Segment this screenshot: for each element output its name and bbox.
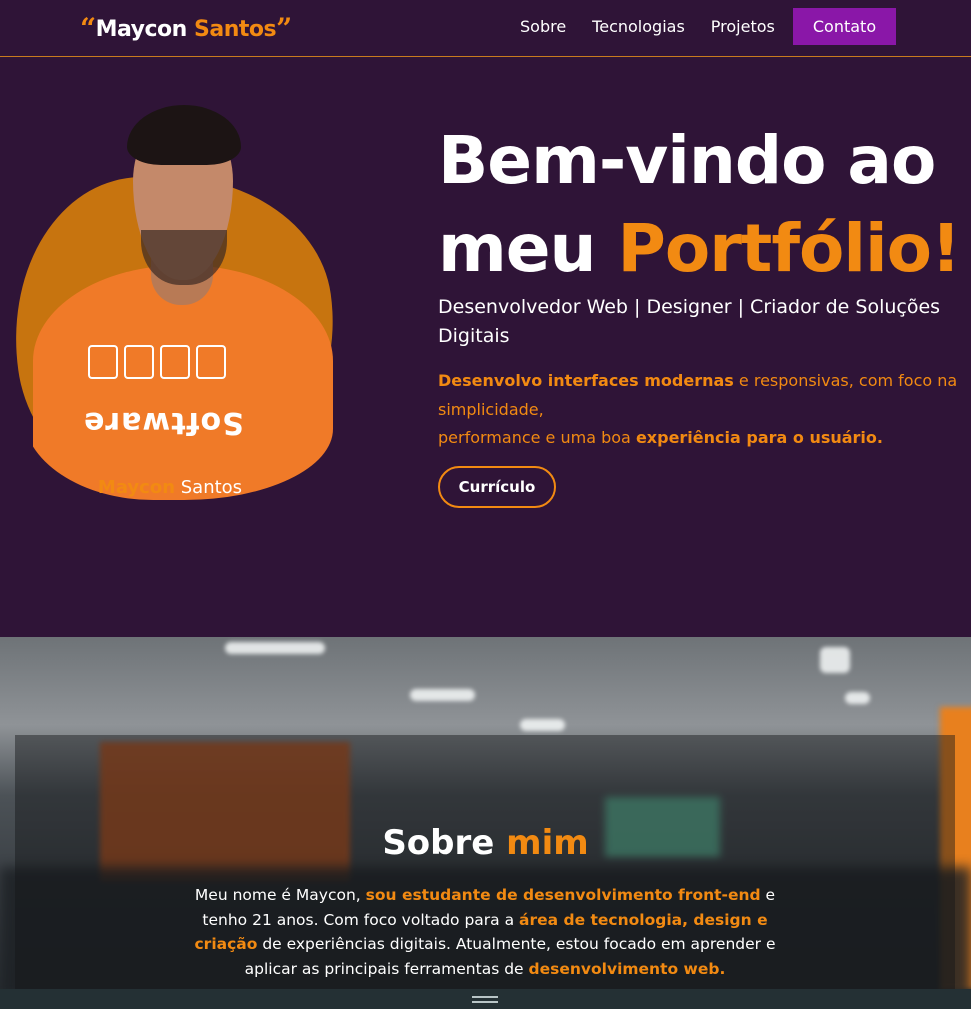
hero-title: Bem-vindo ao meu Portfólio!: [438, 117, 968, 293]
about-title: Sobre mim: [0, 823, 971, 863]
bg-ceiling-light: [845, 692, 870, 704]
hero-subtitle: Desenvolvedor Web | Designer | Criador d…: [438, 296, 941, 347]
drag-handle-icon[interactable]: [472, 996, 498, 1003]
about-bold-1: sou estudante de desenvolvimento front-e…: [365, 886, 761, 904]
nav-link-sobre[interactable]: Sobre: [520, 17, 566, 36]
about-title-text: Sobre: [382, 823, 507, 863]
bg-ceiling-light: [225, 642, 325, 654]
site-header: “Maycon Santos” Sobre Tecnologias Projet…: [0, 0, 971, 57]
hero-description: Desenvolvo interfaces modernas e respons…: [438, 367, 968, 453]
site-logo[interactable]: “Maycon Santos”: [80, 10, 292, 45]
bg-ceiling-light: [520, 719, 565, 731]
hero-desc-bold-2: experiência para o usuário.: [635, 428, 883, 447]
hero-desc-bold-1: Desenvolvo interfaces modernas: [438, 371, 734, 390]
about-paragraph: Meu nome é Maycon, sou estudante de dese…: [190, 883, 780, 981]
profile-first-name: Maycon: [97, 477, 176, 498]
bottom-bar: [0, 989, 971, 1009]
logo-last-name: Santos: [194, 17, 277, 42]
logo-open-quote: “: [80, 12, 96, 45]
hero-title-line1: Bem-vindo ao: [438, 122, 936, 199]
nav-link-projetos[interactable]: Projetos: [711, 17, 775, 36]
shirt-print: Software: [83, 405, 244, 440]
logo-first-name: Maycon: [95, 17, 188, 42]
profile-name: Maycon Santos: [0, 477, 340, 498]
profile-photo: Software: [0, 105, 357, 519]
nav-link-tecnologias[interactable]: Tecnologias: [592, 17, 685, 36]
logo-close-quote: ”: [276, 12, 292, 45]
bg-ceiling-light: [410, 689, 475, 701]
nav-contato-button[interactable]: Contato: [792, 8, 897, 45]
about-text-1: Meu nome é Maycon,: [194, 886, 366, 904]
about-title-accent: mim: [506, 823, 589, 863]
profile-person: Software: [23, 105, 333, 500]
hero-title-accent: Portfólio!: [617, 210, 962, 287]
about-bold-3: desenvolvimento web.: [528, 959, 726, 978]
hero-section: Software Maycon Santos Bem-vindo ao meu …: [0, 57, 971, 637]
shirt-icons: [88, 345, 238, 385]
profile-last-name: Santos: [180, 477, 243, 498]
bg-ceiling-light: [820, 647, 850, 673]
hero-title-line2: meu: [438, 210, 618, 287]
hero-desc-text-2: performance e uma boa: [438, 428, 636, 447]
curriculo-button[interactable]: Currículo: [438, 466, 556, 508]
person-hair: [127, 105, 241, 165]
main-nav: Sobre Tecnologias Projetos Contato: [520, 8, 897, 45]
